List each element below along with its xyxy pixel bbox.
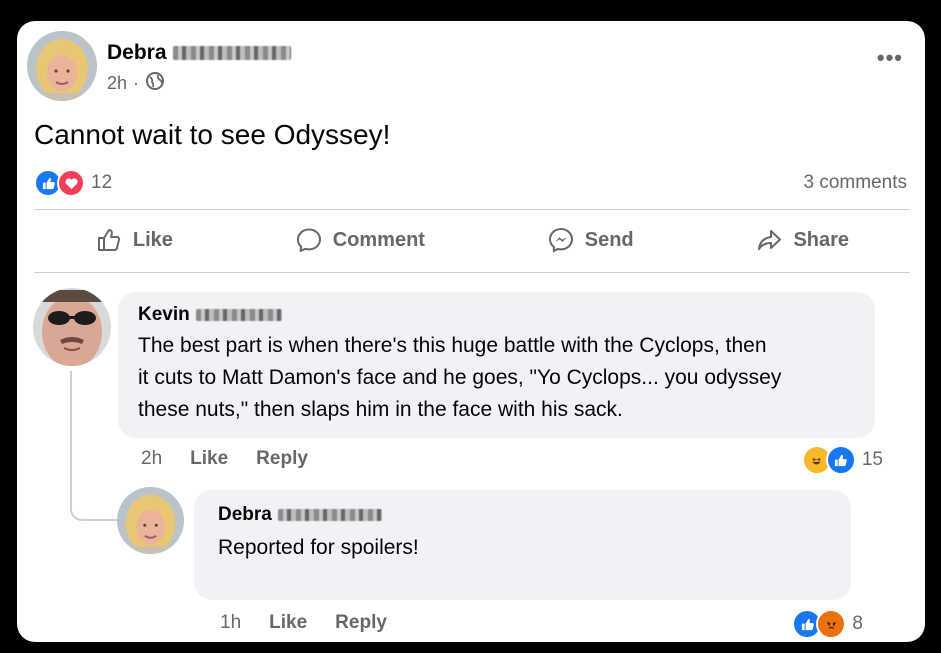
redacted-surname [277,509,382,521]
angry-reaction-icon [816,609,847,639]
like-label: Like [132,228,173,251]
post-time[interactable]: 2h [107,73,127,94]
reply-author-avatar[interactable] [117,487,184,554]
post-text: Cannot wait to see Odyssey! [34,119,391,150]
post-action-bar: Like Comment Send Share [34,218,910,262]
post-card: Debra 2h · ••• Cannot wait to see Odysse… [17,21,925,642]
meta-separator: · [133,73,140,93]
comment-button[interactable]: Comment [295,226,425,254]
comment-actions: 2h Like Reply [141,448,308,470]
share-label: Share [793,228,850,251]
comment-author-name[interactable]: Kevin [138,304,855,326]
share-arrow-icon [758,230,782,250]
post-author-name[interactable]: Debra [107,41,291,65]
more-options-icon[interactable]: ••• [877,45,903,71]
post-meta: 2h · [107,71,165,96]
like-reaction-icon [825,445,856,475]
comment-text-line: it cuts to Matt Damon's face and he goes… [138,366,782,389]
reply-reaction-count: 8 [852,613,863,634]
reply-like-button[interactable]: Like [269,612,307,634]
comment-label: Comment [332,228,425,251]
reply-bubble: Debra Reported for spoilers! [194,490,851,600]
love-reaction-icon [57,169,85,197]
comment-text-line: these nuts," then slaps him in the face … [138,398,623,421]
comment-reactions[interactable]: 15 [801,445,883,475]
comment-icon [296,228,321,252]
reply-author-first-name[interactable]: Debra [218,504,272,526]
post-author-first-name[interactable]: Debra [107,41,167,64]
post-reactions[interactable]: 12 [34,169,112,197]
comment-bubble: Kevin The best part is when there's this… [118,292,875,438]
globe-icon [145,71,165,96]
like-button[interactable]: Like [95,226,173,254]
redacted-surname [195,309,282,321]
thumbs-up-icon [97,229,120,251]
send-label: Send [584,228,634,251]
redacted-surname [172,46,291,61]
messenger-icon [548,227,573,253]
commenter-avatar[interactable] [33,288,111,366]
comment-time[interactable]: 2h [141,448,162,470]
comment-text: The best part is when there's this huge … [138,330,855,426]
divider-bottom [34,272,910,273]
comment-like-button[interactable]: Like [190,448,228,470]
reply-time[interactable]: 1h [220,612,241,634]
reply-author-name[interactable]: Debra [218,504,827,526]
post-author-avatar[interactable] [27,31,97,101]
send-button[interactable]: Send [547,226,634,254]
comments-count-link[interactable]: 3 comments [804,172,907,194]
comment-reply-button[interactable]: Reply [256,448,308,470]
reply-reply-button[interactable]: Reply [335,612,387,634]
reply-text: Reported for spoilers! [218,536,419,559]
divider-top [34,209,910,210]
reply-reactions[interactable]: 8 [792,609,863,639]
comment-reaction-count: 15 [861,449,883,470]
share-button[interactable]: Share [755,226,849,254]
reply-actions: 1h Like Reply [220,612,387,634]
comment-text-line: The best part is when there's this huge … [138,334,767,357]
post-reaction-count: 12 [91,172,113,193]
comment-author-first-name[interactable]: Kevin [138,304,190,326]
